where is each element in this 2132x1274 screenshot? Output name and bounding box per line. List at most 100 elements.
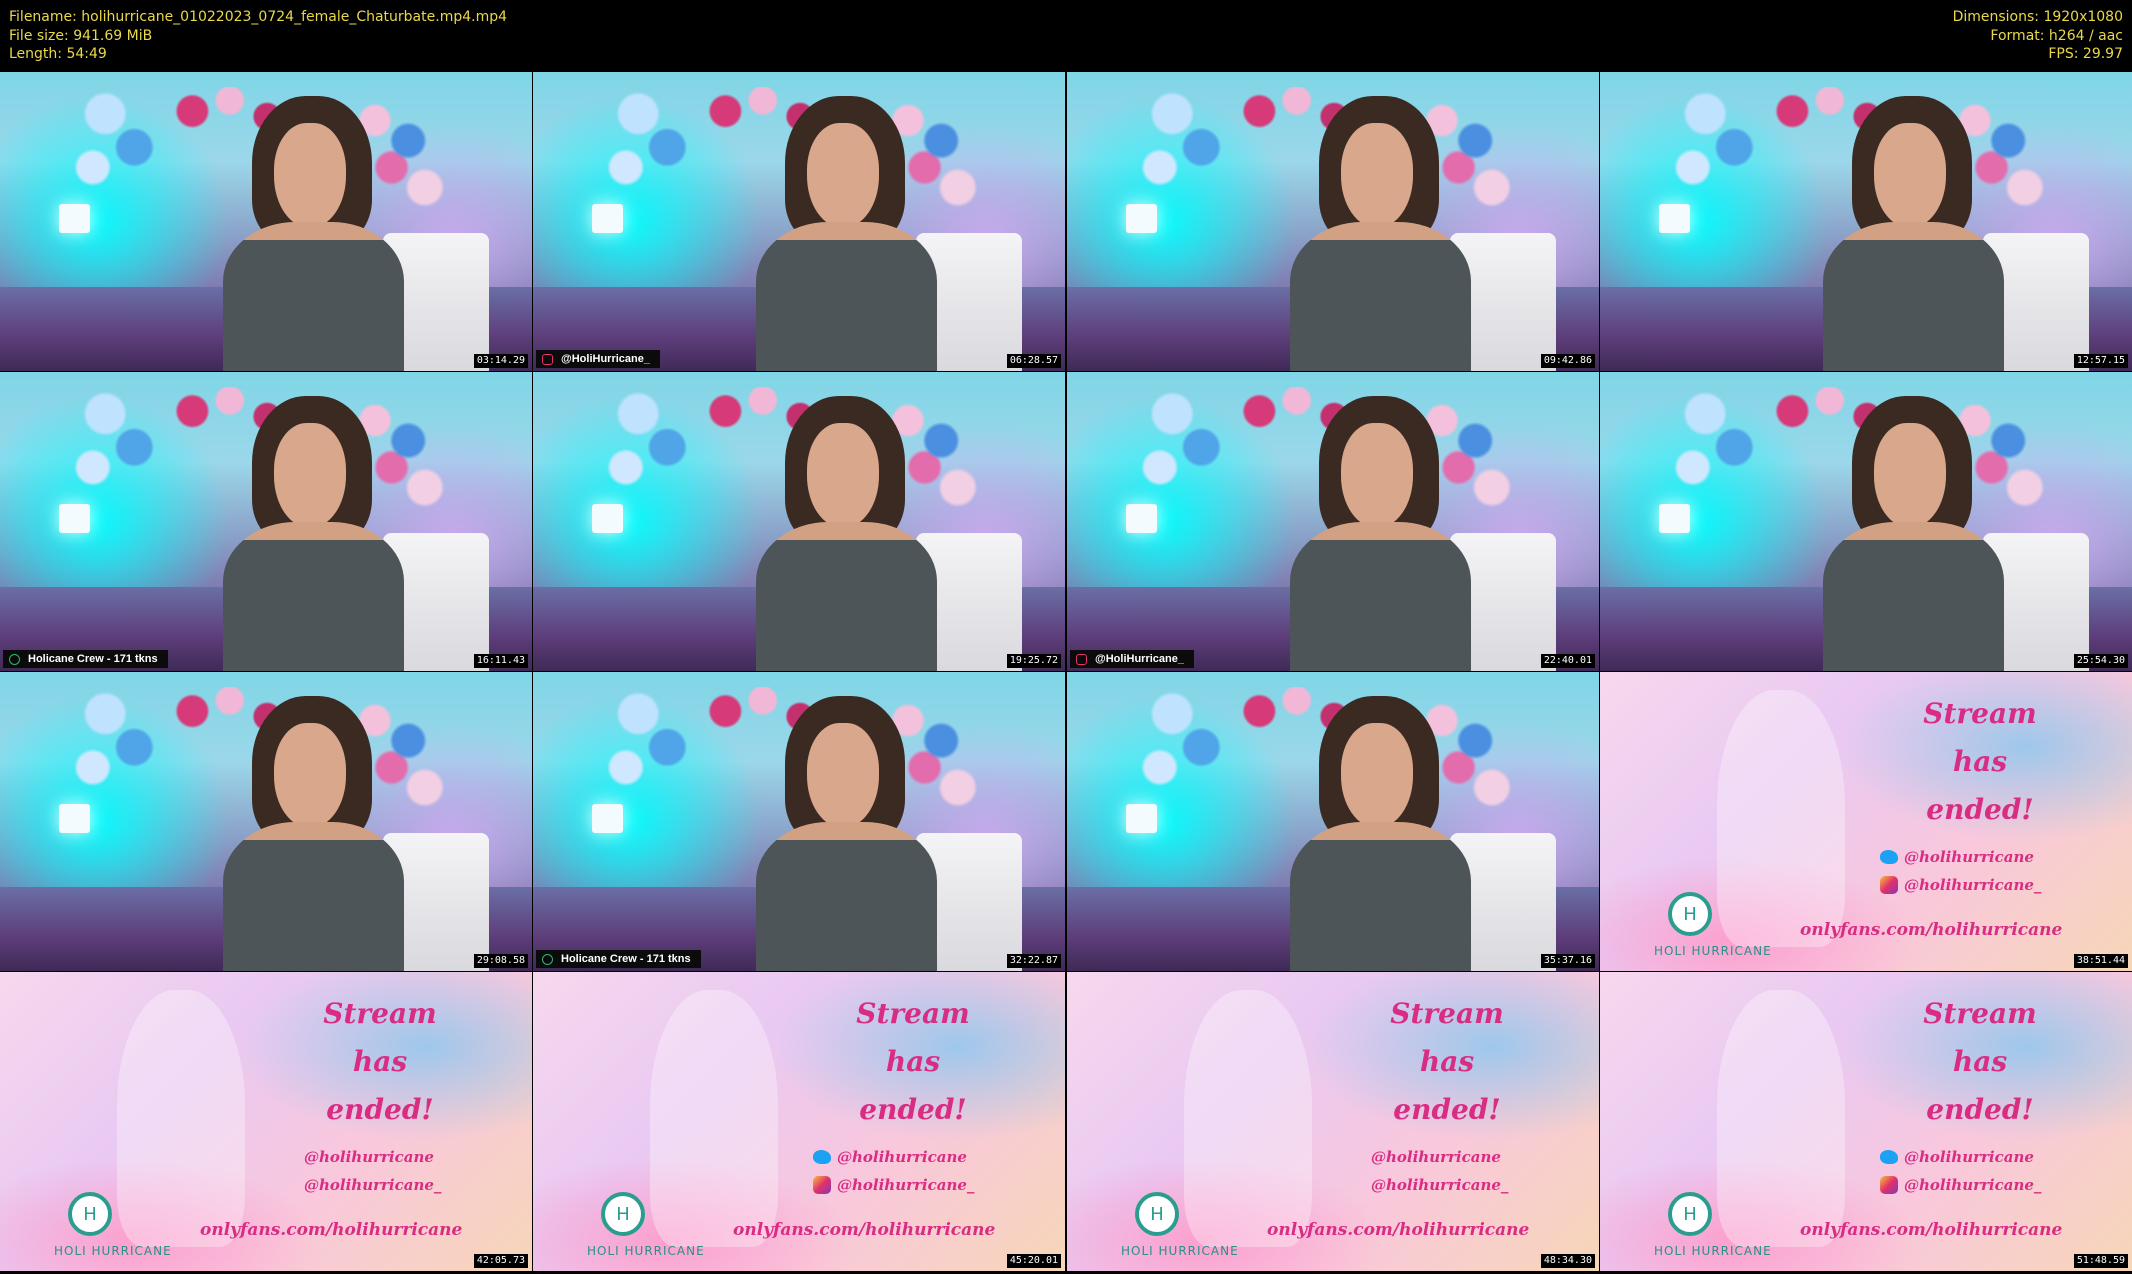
lamp xyxy=(58,803,91,834)
thumbnail-tile[interactable]: 25:54.30 xyxy=(1600,372,2132,671)
brand-logo-icon: H xyxy=(1668,892,1712,936)
webcam-frame xyxy=(1067,672,1599,971)
logo-letter: H xyxy=(1683,903,1697,925)
webcam-frame xyxy=(0,72,532,371)
webcam-frame xyxy=(0,672,532,971)
stream-ended-text: Stream has ended! xyxy=(1900,990,2060,1134)
timestamp: 09:42.86 xyxy=(1540,354,1595,368)
stream-ended-text: Stream has ended! xyxy=(1900,690,2060,834)
thumbnail-tile[interactable]: @HoliHurricane_ 06:28.57 xyxy=(533,72,1065,371)
twitter-icon xyxy=(813,1150,831,1164)
thumbnail-tile[interactable]: Stream has ended! @holihurricane @holihurric… xyxy=(1600,972,2132,1271)
webcam-frame xyxy=(0,372,532,671)
fps-line: FPS: 29.97 xyxy=(2048,46,2123,62)
streamer xyxy=(223,395,405,671)
stream-overlay-label: @HoliHurricane_ xyxy=(1070,650,1194,668)
streamer xyxy=(223,695,405,971)
ended-line-2: has xyxy=(1419,1045,1475,1078)
stream-ended-text: Stream has ended! xyxy=(1367,990,1527,1134)
filesize-line: File size: 941.69 MiB xyxy=(9,27,153,44)
thumbnail-tile[interactable]: Stream has ended! @holihurricane @holihurric… xyxy=(1067,972,1599,1271)
ended-line-1: Stream xyxy=(323,997,437,1030)
instagram-handle: @holihurricane_ xyxy=(1904,876,2042,894)
webcam-frame xyxy=(1067,372,1599,671)
video-info: Dimensions: 1920x1080 Format: h264 / aac F… xyxy=(1953,8,2123,64)
streamer xyxy=(1823,395,2005,671)
streamer xyxy=(1290,395,1472,671)
stream-ended-card: Stream has ended! @holihurricane @holihurric… xyxy=(1067,972,1599,1271)
stream-ended-card: Stream has ended! @holihurricane @holihurric… xyxy=(1600,972,2132,1271)
instagram-handle-row: @holihurricane_ xyxy=(813,1176,974,1194)
webcam-frame xyxy=(1067,72,1599,371)
instagram-handle: @holihurricane_ xyxy=(1371,1176,1509,1194)
onlyfans-link: onlyfans.com/holihurricane xyxy=(1267,1220,1530,1240)
background-figure xyxy=(650,989,778,1248)
brand-logo-icon: H xyxy=(1668,1192,1712,1236)
timestamp: 12:57.15 xyxy=(2073,354,2128,368)
thumbnail-tile[interactable]: 19:25.72 xyxy=(533,372,1065,671)
dimensions-line: Dimensions: 1920x1080 xyxy=(1952,9,2123,25)
onlyfans-link: onlyfans.com/holihurricane xyxy=(733,1220,996,1240)
timestamp: 35:37.16 xyxy=(1540,954,1595,968)
lamp xyxy=(591,203,624,234)
stream-overlay-label: Holicane Crew - 171 tkns xyxy=(3,650,168,668)
background-figure xyxy=(117,989,245,1248)
brand-name: HOLI HURRICANE xyxy=(587,1244,705,1258)
lamp xyxy=(591,803,624,834)
thumbnail-tile[interactable]: 09:42.86 xyxy=(1067,72,1599,371)
thumbnail-tile[interactable]: Stream has ended! @holihurricane @holihurric… xyxy=(0,972,532,1271)
twitter-handle: @holihurricane xyxy=(837,1148,967,1166)
timestamp: 42:05.73 xyxy=(473,1254,528,1268)
timestamp: 45:20.01 xyxy=(1006,1254,1061,1268)
thumbnail-tile[interactable]: 12:57.15 xyxy=(1600,72,2132,371)
thumbnail-tile[interactable]: @HoliHurricane_ 22:40.01 xyxy=(1067,372,1599,671)
thumbnail-grid: 03:14.29 @HoliHurricane_ 06:28.57 09:42.86 1… xyxy=(0,72,2132,1274)
overlay-text: @HoliHurricane_ xyxy=(561,353,650,365)
stream-overlay-label: Holicane Crew - 171 tkns xyxy=(536,950,701,968)
twitter-handle-row: @holihurricane xyxy=(1880,1148,2034,1166)
twitter-handle: @holihurricane xyxy=(1904,1148,2034,1166)
stream-ended-card: Stream has ended! @holihurricane @holihurric… xyxy=(0,972,532,1271)
instagram-handle-row: @holihurricane_ xyxy=(1880,876,2041,894)
timestamp: 03:14.29 xyxy=(473,354,528,368)
twitter-handle: @holihurricane xyxy=(1371,1148,1501,1166)
brand-name: HOLI HURRICANE xyxy=(54,1244,172,1258)
ended-line-1: Stream xyxy=(1390,997,1504,1030)
webcam-frame xyxy=(533,372,1065,671)
thumbnail-tile[interactable]: 29:08.58 xyxy=(0,672,532,971)
lamp xyxy=(1125,203,1158,234)
overlay-text: Holicane Crew - 171 tkns xyxy=(28,653,158,665)
contact-sheet-header: Filename: holihurricane_01022023_0724_fe… xyxy=(0,0,2132,72)
thumbnail-tile[interactable]: 03:14.29 xyxy=(0,72,532,371)
instagram-handle: @holihurricane_ xyxy=(1904,1176,2042,1194)
ended-line-3: ended! xyxy=(859,1093,967,1126)
twitter-handle-row: @holihurricane xyxy=(280,1148,434,1166)
instagram-handle-row: @holihurricane_ xyxy=(1880,1176,2041,1194)
background-figure xyxy=(1184,989,1312,1248)
ended-line-3: ended! xyxy=(1926,793,2034,826)
lamp xyxy=(58,203,91,234)
stream-overlay-label: @HoliHurricane_ xyxy=(536,350,660,368)
thumbnail-tile[interactable]: Stream has ended! @holihurricane @holihurric… xyxy=(1600,672,2132,971)
lamp xyxy=(1125,803,1158,834)
instagram-handle-row: @holihurricane_ xyxy=(280,1176,441,1194)
twitter-icon xyxy=(1880,1150,1898,1164)
stream-ended-card: Stream has ended! @holihurricane @holihurric… xyxy=(1600,672,2132,971)
crew-icon xyxy=(9,653,20,665)
timestamp: 22:40.01 xyxy=(1540,654,1595,668)
instagram-icon xyxy=(813,1176,831,1194)
thumbnail-tile[interactable]: 35:37.16 xyxy=(1067,672,1599,971)
thumbnail-tile[interactable]: Holicane Crew - 171 tkns 32:22.87 xyxy=(533,672,1065,971)
instagram-handle: @holihurricane_ xyxy=(304,1176,442,1194)
webcam-frame xyxy=(1600,372,2132,671)
timestamp: 25:54.30 xyxy=(2073,654,2128,668)
ended-line-1: Stream xyxy=(856,997,970,1030)
stream-ended-text: Stream has ended! xyxy=(300,990,460,1134)
thumbnail-tile[interactable]: Stream has ended! @holihurricane @holihurric… xyxy=(533,972,1065,1271)
brand-logo-icon: H xyxy=(68,1192,112,1236)
timestamp: 32:22.87 xyxy=(1006,954,1061,968)
overlay-text: Holicane Crew - 171 tkns xyxy=(561,953,691,965)
onlyfans-link: onlyfans.com/holihurricane xyxy=(1800,1220,2063,1240)
twitter-icon xyxy=(1880,850,1898,864)
thumbnail-tile[interactable]: Holicane Crew - 171 tkns 16:11.43 xyxy=(0,372,532,671)
